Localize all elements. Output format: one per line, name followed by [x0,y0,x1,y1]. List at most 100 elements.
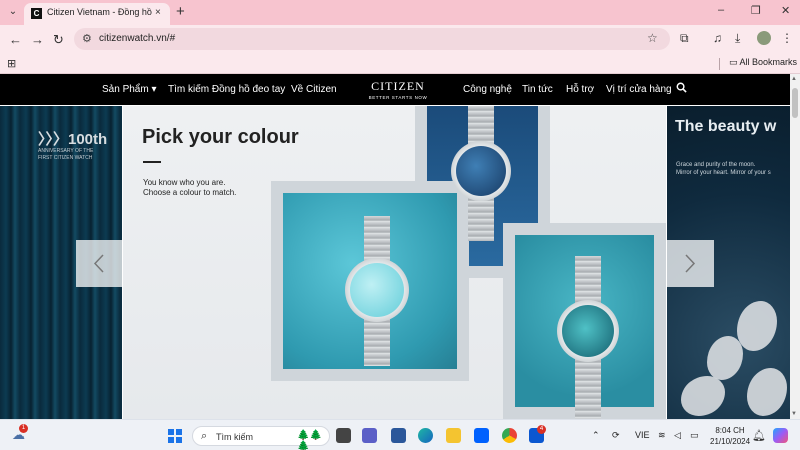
bookmark-star-icon[interactable]: ☆ [647,31,658,45]
download-icon[interactable]: ⤓ [735,31,740,46]
anniversary-text: ANNIVERSARY OF THE FIRST CITIZEN WATCH [38,148,94,161]
volume-icon[interactable]: ◁ [674,430,681,441]
url-text[interactable]: citizenwatch.vn/# [99,33,175,44]
watch-blue-case [451,141,511,201]
next-slide-title: The beauty w [675,118,777,135]
scroll-up-arrow-icon[interactable]: ▲ [791,76,797,82]
browser-toolbar: ← → ↻ ⚙ citizenwatch.vn/# ☆ ⧉ ♫ ⤓ ⋮ [0,25,800,54]
logo-tagline: BETTER STARTS NOW [368,95,428,100]
scrollbar-thumb[interactable] [792,88,798,118]
chrome-icon[interactable] [502,428,517,443]
media-controls-icon[interactable]: ♫ [713,31,722,45]
carousel-previous-button[interactable] [76,240,123,287]
watch-teal [547,256,629,419]
chevron-right-icon [685,254,696,273]
new-tab-button[interactable]: + [176,3,185,20]
taskbar-search[interactable]: ⌕ Tìm kiếm 🌲🌲🌲 [192,426,330,450]
tab-strip: ⌄ C Citizen Vietnam - Đồng hồ cao × + – … [0,0,800,25]
petal-decoration [737,301,777,351]
windows-logo-square [168,429,174,435]
nav-support[interactable]: Hỗ trợ [566,84,594,95]
hero-headline: Pick your colour [142,126,299,148]
nav-products[interactable]: Sản Phẩm ▾ [102,84,157,95]
watch-light-teal-case [345,258,409,322]
maximize-button[interactable]: ❐ [751,4,761,17]
address-bar[interactable]: ⚙ citizenwatch.vn/# ☆ [74,28,670,50]
battery-icon[interactable]: ▭ [690,430,699,441]
bookmarks-bar: ⊞ ▭ All Bookmarks [0,54,800,74]
anniversary-number: 〉〉〉100th [38,131,108,148]
nav-find-watch[interactable]: Tìm kiếm Đồng hồ đeo tay [168,84,285,95]
chevron-left-icon [93,254,104,273]
site-navigation: Sản Phẩm ▾ Tìm kiếm Đồng hồ đeo tay Về C… [0,74,790,105]
page-scrollbar[interactable]: ▲ ▼ [790,74,800,419]
clock-time: 8:04 CH [715,426,745,435]
weather-badge: 1 [19,424,28,433]
hero-subcopy-line-2: Choose a colour to match. [143,188,237,197]
next-slide-subtitle-line-1: Grace and purity of the moon. [676,162,756,168]
all-bookmarks-button[interactable]: ▭ All Bookmarks [729,57,797,68]
task-view-icon[interactable] [336,428,351,443]
folder-icon: ▭ [729,57,738,67]
carousel-next-button[interactable] [667,240,714,287]
notification-bell-icon[interactable]: 🔔︎ [752,429,766,442]
windows-logo-square [176,437,182,443]
edge-icon[interactable] [418,428,433,443]
search-icon[interactable] [676,82,687,93]
web-page: Sản Phẩm ▾ Tìm kiếm Đồng hồ đeo tay Về C… [0,74,790,419]
tray-overflow-chevron-icon[interactable]: ⌃ [592,430,600,441]
watch-teal-dial [562,305,614,357]
store-icon[interactable] [391,428,406,443]
tab-title: Citizen Vietnam - Đồng hồ cao [47,7,152,17]
taskbar-search-placeholder: Tìm kiếm [216,432,253,442]
windows-taskbar: ☁ 1 ⌕ Tìm kiếm 🌲🌲🌲 4 ⌃ ⟳ VIE ≋ ◁ ▭ 8:04 … [0,419,800,450]
citizen-favicon-icon: C [31,8,42,19]
bookmarks-divider [719,58,720,70]
nav-about[interactable]: Về Citizen [291,84,337,95]
hero-subcopy: You know who you are. Choose a colour to… [143,178,263,198]
clock-date: 21/10/2024 [710,437,751,446]
minimize-button[interactable]: – [718,4,724,16]
hero-subcopy-line-1: You know who you are. [143,178,226,187]
watch-light-teal [335,216,419,366]
copilot-icon[interactable] [773,428,788,443]
headline-underline [143,161,161,163]
search-icon: ⌕ [201,430,208,442]
windows-logo-square [176,429,182,435]
system-clock[interactable]: 8:04 CH 21/10/2024 [710,425,750,447]
citizen-logo[interactable]: CITIZEN BETTER STARTS NOW [365,79,431,100]
windows-logo-square [168,437,174,443]
all-bookmarks-label: All Bookmarks [739,57,798,67]
browser-menu-icon[interactable]: ⋮ [781,31,793,45]
nav-stores[interactable]: Vị trí cửa hàng [606,84,672,95]
apps-grid-icon[interactable]: ⊞ [7,57,16,70]
petal-decoration [681,376,725,416]
site-info-icon[interactable]: ⚙ [82,32,92,45]
next-slide-subtitle: Grace and purity of the moon. Mirror of … [676,161,771,177]
app-notification-badge: 4 [537,425,546,434]
watch-blue [441,106,521,241]
reload-button[interactable]: ↻ [53,32,64,48]
tab-citizen[interactable]: C Citizen Vietnam - Đồng hồ cao × [24,3,170,25]
profile-avatar[interactable] [757,31,771,45]
tab-close-icon[interactable]: × [155,7,161,18]
nav-technology[interactable]: Công nghệ [463,84,512,95]
extensions-icon[interactable]: ⧉ [680,31,689,46]
forward-button[interactable]: → [31,32,44,47]
tab-search-dropdown-icon[interactable]: ⌄ [6,5,20,19]
input-language[interactable]: VIE [635,430,650,440]
dropbox-icon[interactable] [474,428,489,443]
watch-blue-dial [456,146,506,196]
teams-icon[interactable] [362,428,377,443]
start-button[interactable] [168,429,182,443]
logo-wordmark: CITIZEN [371,79,425,93]
back-button[interactable]: ← [9,32,22,47]
close-window-button[interactable]: ✕ [781,4,790,17]
tray-app-icon[interactable]: ⟳ [612,430,620,441]
wifi-icon[interactable]: ≋ [658,430,666,441]
file-explorer-icon[interactable] [446,428,461,443]
nav-news[interactable]: Tin tức [522,84,553,95]
search-highlight-icon: 🌲🌲🌲 [297,430,322,450]
scroll-down-arrow-icon[interactable]: ▼ [791,411,797,417]
hero-slide-main[interactable]: Pick your colour You know who you are. C… [123,106,666,419]
